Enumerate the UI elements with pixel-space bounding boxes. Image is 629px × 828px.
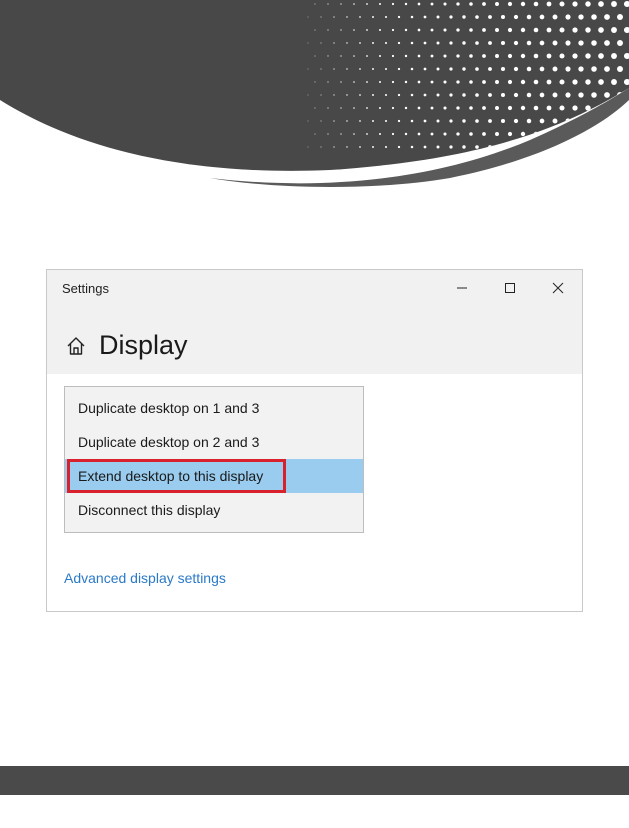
option-duplicate-2-3[interactable]: Duplicate desktop on 2 and 3 (65, 425, 363, 459)
settings-window: Settings Display Duplicate desktop on 1 … (46, 269, 583, 612)
page-title: Display (99, 330, 188, 360)
window-controls (438, 270, 582, 306)
display-mode-dropdown[interactable]: Duplicate desktop on 1 and 3 Duplicate d… (64, 386, 364, 533)
footer-bar (0, 766, 629, 795)
home-icon[interactable] (65, 335, 87, 357)
option-duplicate-1-3[interactable]: Duplicate desktop on 1 and 3 (65, 391, 363, 425)
close-icon[interactable] (534, 270, 582, 306)
page-heading: Display (65, 330, 188, 361)
advanced-display-settings-link[interactable]: Advanced display settings (64, 570, 226, 586)
minimize-icon[interactable] (438, 270, 486, 306)
header-decoration (0, 0, 629, 187)
option-extend-desktop[interactable]: Extend desktop to this display (65, 459, 363, 493)
maximize-icon[interactable] (486, 270, 534, 306)
option-disconnect[interactable]: Disconnect this display (65, 493, 363, 527)
window-title: Settings (62, 281, 109, 296)
